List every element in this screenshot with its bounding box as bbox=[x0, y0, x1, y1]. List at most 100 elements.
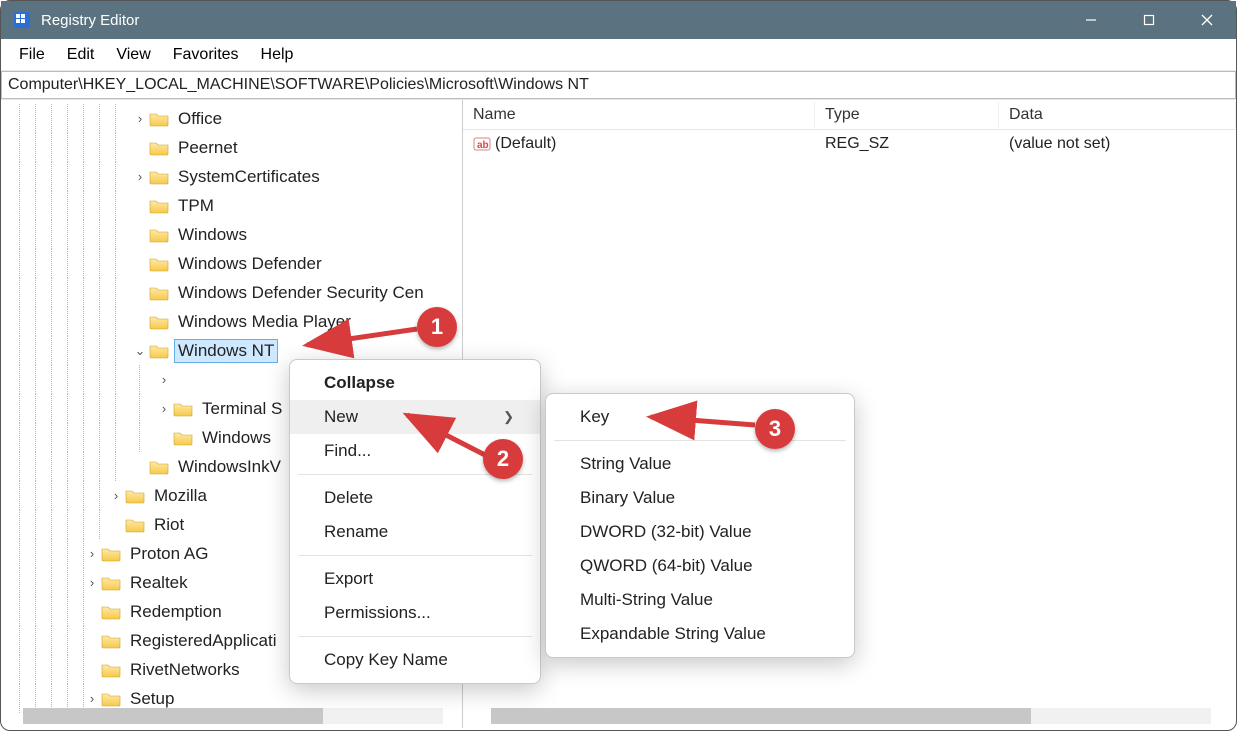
col-name[interactable]: Name bbox=[463, 102, 815, 128]
tree-item-label: TPM bbox=[175, 195, 217, 217]
ctx-collapse[interactable]: Collapse bbox=[290, 366, 540, 400]
menu-favorites[interactable]: Favorites bbox=[163, 42, 249, 68]
reg-string-icon: ab bbox=[473, 135, 491, 153]
folder-icon bbox=[125, 517, 145, 533]
col-data[interactable]: Data bbox=[999, 102, 1236, 128]
tree-item-label: Windows Defender Security Cen bbox=[175, 282, 427, 304]
tree-item-label: Riot bbox=[151, 514, 187, 536]
ctx-new[interactable]: New❯ bbox=[290, 400, 540, 434]
folder-icon bbox=[173, 430, 193, 446]
sub-string[interactable]: String Value bbox=[546, 447, 854, 481]
tree-item-label bbox=[173, 379, 179, 381]
chevron-right-icon[interactable]: › bbox=[155, 372, 173, 387]
ctx-copy-key-name[interactable]: Copy Key Name bbox=[290, 643, 540, 677]
tree-item-label: Redemption bbox=[127, 601, 225, 623]
app-icon bbox=[13, 11, 31, 29]
tree-item[interactable]: Peernet bbox=[1, 133, 462, 162]
folder-icon bbox=[149, 285, 169, 301]
menu-file[interactable]: File bbox=[9, 42, 55, 68]
new-submenu: Key String Value Binary Value DWORD (32-… bbox=[545, 393, 855, 658]
ctx-permissions[interactable]: Permissions... bbox=[290, 596, 540, 630]
tree-item-label: Proton AG bbox=[127, 543, 211, 565]
tree-item-label: Office bbox=[175, 108, 225, 130]
tree-item[interactable]: Windows Defender Security Cen bbox=[1, 278, 462, 307]
chevron-down-icon[interactable]: ⌄ bbox=[131, 343, 149, 359]
folder-icon bbox=[101, 633, 121, 649]
tree-item[interactable]: Windows bbox=[1, 220, 462, 249]
titlebar: Registry Editor bbox=[1, 1, 1236, 39]
window-title: Registry Editor bbox=[41, 12, 139, 29]
sub-binary[interactable]: Binary Value bbox=[546, 481, 854, 515]
menubar: File Edit View Favorites Help bbox=[1, 39, 1236, 71]
folder-icon bbox=[149, 111, 169, 127]
folder-icon bbox=[149, 198, 169, 214]
sub-expand[interactable]: Expandable String Value bbox=[546, 617, 854, 651]
sub-qword[interactable]: QWORD (64-bit) Value bbox=[546, 549, 854, 583]
tree-item-label: SystemCertificates bbox=[175, 166, 323, 188]
tree-item[interactable]: Windows Media Player bbox=[1, 307, 462, 336]
tree-item-label: Setup bbox=[127, 688, 177, 710]
close-button[interactable] bbox=[1178, 1, 1236, 39]
list-row[interactable]: ab (Default) REG_SZ (value not set) bbox=[463, 130, 1236, 158]
chevron-right-icon[interactable]: › bbox=[131, 111, 149, 126]
annotation-3: 3 bbox=[755, 409, 795, 449]
menu-edit[interactable]: Edit bbox=[57, 42, 105, 68]
menu-view[interactable]: View bbox=[106, 42, 160, 68]
col-type[interactable]: Type bbox=[815, 102, 999, 128]
tree-item-label: Peernet bbox=[175, 137, 241, 159]
folder-icon bbox=[101, 662, 121, 678]
folder-icon bbox=[149, 227, 169, 243]
sub-key[interactable]: Key bbox=[546, 400, 854, 434]
folder-icon bbox=[125, 488, 145, 504]
annotation-2: 2 bbox=[483, 439, 523, 479]
tree-item-label: Windows Defender bbox=[175, 253, 325, 275]
folder-icon bbox=[101, 691, 121, 707]
tree-item[interactable]: Windows Defender bbox=[1, 249, 462, 278]
tree-item-label: RegisteredApplicati bbox=[127, 630, 279, 652]
tree-item-label: Terminal S bbox=[199, 398, 285, 420]
minimize-button[interactable] bbox=[1062, 1, 1120, 39]
chevron-right-icon[interactable]: › bbox=[131, 169, 149, 184]
chevron-right-icon[interactable]: › bbox=[83, 691, 101, 706]
tree-item[interactable]: TPM bbox=[1, 191, 462, 220]
tree-item-label: Windows Media Player bbox=[175, 311, 354, 333]
folder-icon bbox=[149, 169, 169, 185]
menu-help[interactable]: Help bbox=[251, 42, 304, 68]
tree-item-label: RivetNetworks bbox=[127, 659, 243, 681]
tree-item-label: Windows bbox=[199, 427, 274, 449]
value-data: (value not set) bbox=[999, 133, 1236, 155]
address-text: Computer\HKEY_LOCAL_MACHINE\SOFTWARE\Pol… bbox=[8, 76, 589, 94]
folder-icon bbox=[101, 575, 121, 591]
sub-dword[interactable]: DWORD (32-bit) Value bbox=[546, 515, 854, 549]
chevron-right-icon[interactable]: › bbox=[83, 575, 101, 590]
svg-text:ab: ab bbox=[477, 140, 489, 151]
folder-icon bbox=[149, 140, 169, 156]
tree-item[interactable]: › SystemCertificates bbox=[1, 162, 462, 191]
folder-icon bbox=[149, 256, 169, 272]
tree-item[interactable]: › Office bbox=[1, 104, 462, 133]
ctx-export[interactable]: Export bbox=[290, 562, 540, 596]
chevron-right-icon[interactable]: › bbox=[83, 546, 101, 561]
list-scrollbar[interactable] bbox=[491, 708, 1211, 724]
chevron-right-icon: ❯ bbox=[503, 409, 514, 425]
value-type: REG_SZ bbox=[815, 133, 999, 155]
maximize-button[interactable] bbox=[1120, 1, 1178, 39]
ctx-delete[interactable]: Delete bbox=[290, 481, 540, 515]
annotation-1: 1 bbox=[417, 307, 457, 347]
folder-icon bbox=[101, 546, 121, 562]
folder-icon bbox=[173, 401, 193, 417]
tree-scrollbar[interactable] bbox=[23, 708, 443, 724]
tree-item-label: Windows NT bbox=[175, 340, 277, 362]
folder-icon bbox=[149, 314, 169, 330]
value-name: (Default) bbox=[495, 135, 556, 153]
folder-icon bbox=[149, 343, 169, 359]
address-bar[interactable]: Computer\HKEY_LOCAL_MACHINE\SOFTWARE\Pol… bbox=[1, 71, 1236, 99]
tree-item-label: Mozilla bbox=[151, 485, 210, 507]
list-header: Name Type Data bbox=[463, 100, 1236, 130]
chevron-right-icon[interactable]: › bbox=[107, 488, 125, 503]
sub-multi[interactable]: Multi-String Value bbox=[546, 583, 854, 617]
ctx-rename[interactable]: Rename bbox=[290, 515, 540, 549]
tree-item-label: WindowsInkV bbox=[175, 456, 284, 478]
tree-item-label: Realtek bbox=[127, 572, 191, 594]
chevron-right-icon[interactable]: › bbox=[155, 401, 173, 416]
